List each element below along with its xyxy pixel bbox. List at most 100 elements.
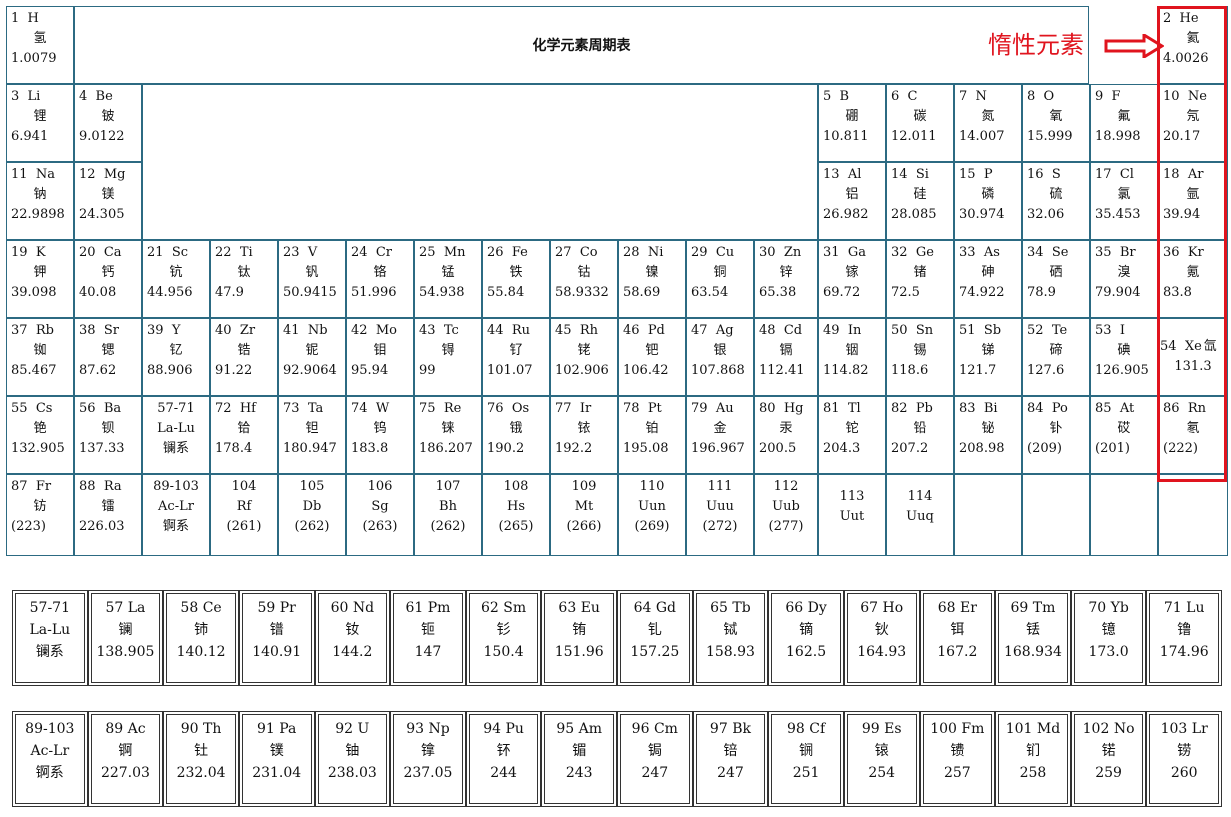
element-name: 钾 — [33, 265, 47, 280]
element-number-symbol: 70 Yb — [1072, 597, 1146, 619]
element-number-symbol: 31 Ga — [823, 243, 881, 263]
atomic-number: 10 — [1163, 89, 1180, 104]
element-name: 铟 — [845, 343, 859, 358]
element-number-symbol: 57-71 — [147, 399, 205, 419]
element-symbol: Se — [1051, 245, 1069, 260]
element-cell: 104 Rf (261) — [210, 474, 278, 556]
atomic-number: 86 — [1163, 401, 1180, 416]
element-name: Db — [302, 499, 322, 514]
atomic-number: 28 — [623, 245, 640, 260]
element-symbol: Tl — [847, 401, 861, 416]
element-number-symbol: 17 Cl — [1095, 165, 1153, 185]
element-name: 锔 — [647, 743, 662, 759]
atomic-mass: 132.905 — [11, 441, 65, 456]
element-cell: 44 Ru 钌 101.07 — [482, 318, 550, 396]
atomic-mass: 39.94 — [1163, 207, 1201, 222]
atomic-number: 77 — [555, 401, 572, 416]
element-symbol: At — [1119, 401, 1135, 416]
element-name: 锿 — [874, 743, 889, 759]
atomic-mass: 72.5 — [891, 285, 920, 300]
atomic-mass: 35.453 — [1095, 207, 1141, 222]
element-cell: 74 W 钨 183.8 — [346, 396, 414, 474]
element-number-symbol: 52 Te — [1027, 321, 1085, 341]
element-name: 镧 — [118, 622, 133, 638]
element-symbol: Po — [1051, 401, 1068, 416]
element-name: 镱 — [1101, 622, 1116, 638]
element-cell: 10 Ne 氖 20.17 — [1158, 84, 1228, 162]
element-symbol: Si — [915, 167, 929, 182]
element-number-symbol: 63 Eu — [542, 597, 616, 619]
element-symbol: P — [983, 167, 993, 182]
f-block-cell: 93 Np 镎 237.05 — [390, 711, 466, 807]
element-cell: 49 In 铟 114.82 — [818, 318, 886, 396]
f-block-cell: 91 Pa 镤 231.04 — [238, 711, 315, 807]
element-symbol: Ho — [882, 600, 904, 616]
atomic-number: 68 — [937, 600, 956, 616]
f-block-cell: 66 Dy 镝 162.5 — [768, 590, 844, 686]
atomic-mass: 39.098 — [11, 285, 57, 300]
element-number-symbol: 107 — [419, 477, 477, 497]
element-name: 钽 — [305, 421, 319, 436]
atomic-mass: 131.3 — [1174, 359, 1212, 374]
element-name: 镁 — [101, 187, 115, 202]
element-cell: 82 Pb 铅 207.2 — [886, 396, 954, 474]
element-symbol: S — [1051, 167, 1061, 182]
element-number-symbol: 59 Pr — [240, 597, 314, 619]
element-name: 钨 — [373, 421, 387, 436]
element-number-symbol: 1 H — [11, 9, 69, 29]
element-symbol: B — [839, 89, 850, 104]
element-cell: 112 Uub (277) — [754, 474, 818, 556]
atomic-mass: 78.9 — [1027, 285, 1056, 300]
atomic-number: 69 — [1010, 600, 1029, 616]
element-name: 硫 — [1049, 187, 1063, 202]
element-cell: 40 Zr 锆 91.22 — [210, 318, 278, 396]
element-symbol: No — [1113, 721, 1135, 737]
atomic-mass: 183.8 — [351, 441, 389, 456]
atomic-mass: 226.03 — [79, 519, 125, 534]
element-name: 锑 — [981, 343, 995, 358]
element-name: 氪 — [1186, 265, 1200, 280]
atomic-number: 103 — [1160, 721, 1188, 737]
annotation-label: 惰性元素 — [988, 31, 1084, 59]
element-symbol: Cu — [715, 245, 735, 260]
element-symbol: Mn — [443, 245, 466, 260]
f-block-cell: 62 Sm 钐 150.4 — [465, 590, 542, 686]
element-number-symbol: 73 Ta — [283, 399, 341, 419]
atomic-mass: 243 — [565, 765, 593, 781]
element-cell: 45 Rh 铑 102.906 — [550, 318, 618, 396]
atomic-mass: 87.62 — [79, 363, 117, 378]
atomic-number: 49 — [823, 323, 840, 338]
element-number-symbol: 89 Ac — [89, 718, 163, 740]
element-name: 钷 — [420, 622, 435, 638]
f-block-cell: 68 Er 铒 167.2 — [919, 590, 996, 686]
element-number-symbol: 84 Po — [1027, 399, 1085, 419]
atomic-number: 47 — [691, 323, 708, 338]
atomic-number: 106 — [367, 479, 393, 494]
atomic-number: 62 — [480, 600, 499, 616]
element-name: 铂 — [645, 421, 659, 436]
element-number-symbol: 40 Zr — [215, 321, 273, 341]
atomic-mass: 126.905 — [1095, 363, 1149, 378]
atomic-mass: 174.96 — [1159, 644, 1209, 660]
element-number-symbol: 72 Hf — [215, 399, 273, 419]
atomic-mass: 74.922 — [959, 285, 1005, 300]
element-cell: 27 Co 钴 58.9332 — [550, 240, 618, 318]
atomic-mass: 208.98 — [959, 441, 1005, 456]
element-cell: 26 Fe 铁 55.84 — [482, 240, 550, 318]
element-number-symbol: 32 Ge — [891, 243, 949, 263]
